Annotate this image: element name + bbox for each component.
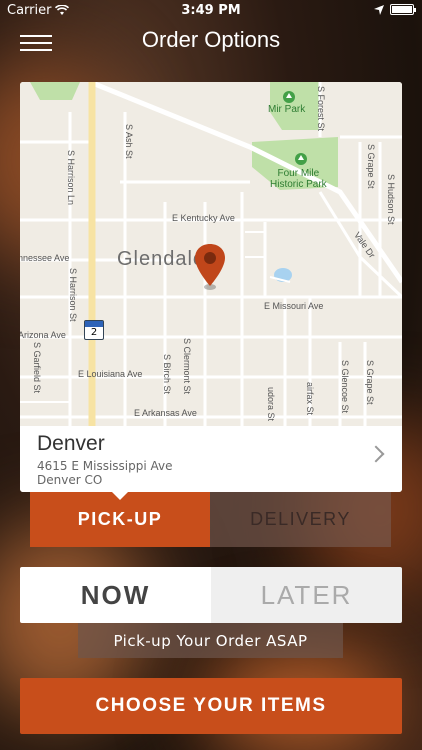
page-title: Order Options (141, 27, 281, 52)
route-shield-icon: 2 (84, 320, 104, 340)
order-time-toggle: NOW LATER (20, 567, 402, 623)
map-park-label: Four Mile Historic Park (270, 168, 327, 190)
route-shield-number: 2 (90, 327, 98, 338)
park-icon (283, 91, 295, 103)
location-row[interactable]: Denver 4615 E Mississippi Ave Denver CO (20, 426, 402, 492)
map-street-label: udora St (266, 387, 276, 422)
map-street-label: airfax St (305, 382, 315, 416)
map-city-label: Glendale (117, 248, 206, 270)
map-street-label: S Garfield St (32, 342, 42, 394)
later-option[interactable]: LATER (211, 567, 402, 623)
location-arrow-icon (374, 4, 384, 15)
battery-icon (390, 4, 416, 15)
map-pin-icon[interactable] (193, 242, 227, 292)
map-street-label: Arizona Ave (20, 330, 66, 340)
choose-items-button[interactable]: CHOOSE YOUR ITEMS (20, 678, 402, 734)
chevron-right-icon (367, 445, 385, 463)
map-street-label: S Ash St (124, 124, 134, 159)
status-bar: Carrier 3:49 PM (0, 0, 422, 22)
delivery-tab[interactable]: DELIVERY (210, 492, 391, 547)
map-street-label: S Glencoe St (340, 360, 350, 414)
map-street-label: S Grape St (365, 360, 375, 405)
now-option[interactable]: NOW (20, 567, 211, 623)
map-street-label: E Kentucky Ave (172, 213, 235, 223)
map-street-label: S Forest St (316, 86, 326, 132)
map-park-label: Mir Park (268, 104, 306, 115)
address-line-2: Denver CO (37, 473, 103, 487)
location-card: Mir Park Four Mile Historic Park Glendal… (20, 82, 402, 492)
status-time: 3:49 PM (181, 3, 241, 18)
park-icon (295, 153, 307, 165)
address-line-1: 4615 E Mississippi Ave (37, 459, 173, 473)
map-street-label: E Louisiana Ave (78, 369, 143, 379)
map-street-label: nnessee Ave (20, 253, 70, 263)
map-street-label: S Hudson St (386, 174, 396, 225)
asap-label: Pick-up Your Order ASAP (78, 623, 343, 658)
map-street-label: S Birch St (162, 354, 172, 395)
map-street-label: S Grape St (366, 144, 376, 189)
map-street-label: S Harrison St (68, 268, 78, 322)
location-city: Denver (37, 432, 105, 455)
map-street-label: E Missouri Ave (264, 301, 324, 311)
location-address: 4615 E Mississippi Ave Denver CO (37, 459, 173, 487)
pickup-tab[interactable]: PICK-UP (30, 492, 210, 547)
selection-pointer (112, 492, 128, 500)
map-street-label: S Clermont St (182, 338, 192, 395)
map-street-label: S Harrison Ln (66, 150, 76, 206)
map-view[interactable]: Mir Park Four Mile Historic Park Glendal… (20, 82, 402, 426)
map-street-label: E Arkansas Ave (134, 408, 197, 418)
nav-bar: Order Options (0, 22, 422, 62)
